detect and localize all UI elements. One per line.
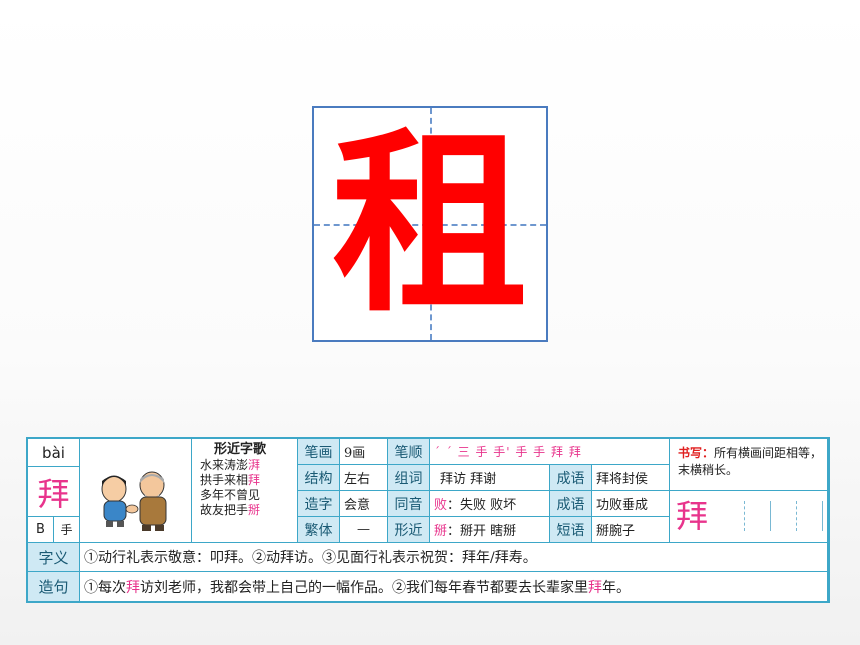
formation-value: 会意 (340, 491, 388, 517)
practice-box (746, 501, 771, 531)
practice-box (798, 501, 823, 531)
stroke-order: ˊ ˊ 三 手 手' 手 手 拜 拜 (430, 439, 670, 465)
writing-tip: 书写：所有横画间距相等，末横稍长。 (670, 439, 828, 491)
label-words: 组词 (388, 465, 430, 491)
character-grid: 租 (312, 106, 548, 342)
label-homophone: 同音 (388, 491, 430, 517)
traditional-value: — (340, 517, 388, 543)
label-meaning: 字义 (28, 543, 80, 572)
poem-line: 多年不曾见 (200, 488, 261, 502)
radical-letter: B (28, 517, 54, 543)
pinyin: bài (28, 439, 80, 467)
stroke-count: 9画 (340, 439, 388, 465)
idiom-value-2: 功败垂成 (592, 491, 670, 517)
structure-value: 左右 (340, 465, 388, 491)
example-sentence: ①每次拜访刘老师，我都会带上自己的一幅作品。②我们每年春节都要去长辈家里拜年。 (80, 572, 828, 601)
similar-value: 掰：掰开 瞎掰 (430, 517, 550, 543)
label-sentence: 造句 (28, 572, 80, 601)
writing-practice-area: 拜 (670, 491, 828, 543)
label-traditional: 繁体 (298, 517, 340, 543)
poem-title: 形近字歌 (214, 442, 267, 457)
phrase-value: 掰腕子 (592, 517, 670, 543)
practice-character: 拜 (676, 497, 709, 535)
label-idiom: 成语 (550, 465, 592, 491)
label-stroke-order: 笔顺 (388, 439, 430, 465)
poem-line: 水来涛澎湃 (200, 458, 261, 472)
poem-line: 故友把手掰 (200, 503, 261, 517)
two-people-greeting-illustration (101, 471, 167, 531)
practice-box (720, 501, 745, 531)
label-formation: 造字 (298, 491, 340, 517)
card-character: 拜 (28, 467, 80, 517)
label-similar: 形近 (388, 517, 430, 543)
label-idiom-2: 成语 (550, 491, 592, 517)
poem-line: 拱手来相拜 (200, 473, 261, 487)
label-strokes: 笔画 (298, 439, 340, 465)
radical: 手 (54, 517, 80, 543)
character-info-card: bài 拜 B 手 形近字歌 水来涛澎湃 拱手来相拜 多年不曾见 故友把手掰 笔… (26, 437, 830, 603)
similar-character-poem: 形近字歌 水来涛澎湃 拱手来相拜 多年不曾见 故友把手掰 (192, 439, 298, 543)
illustration (80, 439, 192, 543)
meaning-text: ①动行礼表示敬意：叩拜。②动拜访。③见面行礼表示祝贺：拜年/拜寿。 (80, 543, 828, 572)
practice-box (772, 501, 797, 531)
words-value: 拜访 拜谢 (430, 465, 550, 491)
label-structure: 结构 (298, 465, 340, 491)
homophone-value: 败：失败 败坏 (430, 491, 550, 517)
main-character: 租 (331, 109, 528, 339)
idiom-value: 拜将封侯 (592, 465, 670, 491)
label-phrase: 短语 (550, 517, 592, 543)
